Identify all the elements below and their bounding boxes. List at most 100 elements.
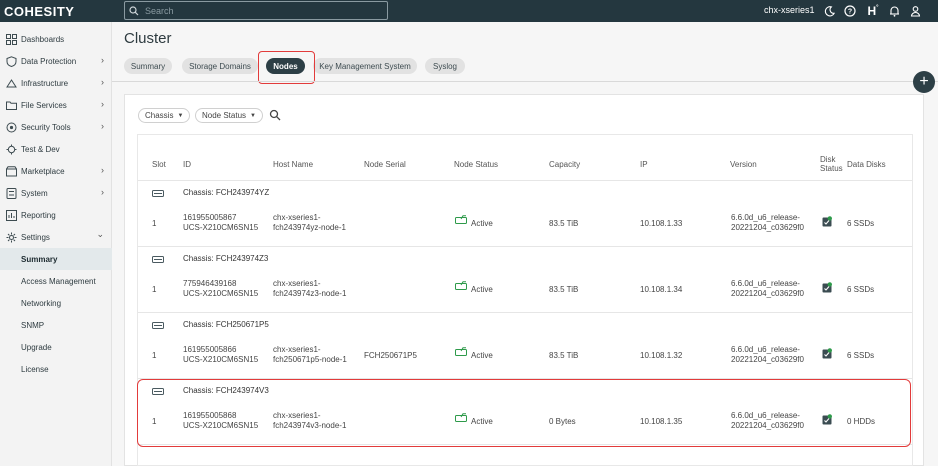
chassis-filter-label: Chassis xyxy=(145,111,174,120)
node-id-cell[interactable]: 161955005867 xyxy=(183,213,236,223)
disk-healthy-icon xyxy=(822,282,832,293)
chevron-right-icon: › xyxy=(101,121,104,131)
sidebar-item-security-tools[interactable]: Security Tools › xyxy=(0,116,112,138)
tab-syslog[interactable]: Syslog xyxy=(425,58,465,74)
node-status-cell: Active xyxy=(471,285,493,294)
capacity-cell: 83.5 TiB xyxy=(549,285,579,294)
sidebar-item-test-dev[interactable]: Test & Dev xyxy=(0,138,112,160)
help-icon[interactable]: ? xyxy=(843,4,857,18)
slot-cell: 1 xyxy=(152,219,157,228)
column-header-disk-status[interactable]: Disk Status xyxy=(820,155,848,173)
node-serial-cell: FCH250671P5 xyxy=(364,351,417,360)
tab-key-management-system[interactable]: Key Management System xyxy=(313,58,417,74)
host-name-cell-line2: fch243974yz-node-1 xyxy=(273,223,346,232)
sidebar-item-label: Data Protection xyxy=(21,56,77,66)
page-title: Cluster xyxy=(124,30,172,47)
column-header-id[interactable]: ID xyxy=(183,160,191,169)
sidebar-item-reporting[interactable]: Reporting xyxy=(0,204,112,226)
chassis-label: Chassis: FCH243974YZ xyxy=(183,188,270,197)
sidebar-subitem-snmp[interactable]: SNMP xyxy=(0,314,112,336)
infrastructure-icon xyxy=(5,77,17,89)
top-bar: COHESITY chx-xseries1 ? H° xyxy=(0,0,938,22)
moon-icon[interactable] xyxy=(822,4,836,18)
health-letter: H xyxy=(867,4,877,18)
search-input[interactable] xyxy=(145,5,375,16)
sidebar-item-label: Infrastructure xyxy=(21,78,69,88)
tab-divider xyxy=(112,81,938,82)
sidebar-item-settings[interactable]: Settings ⌄ xyxy=(0,226,112,248)
capacity-cell: 83.5 TiB xyxy=(549,351,579,360)
node-active-icon xyxy=(455,215,467,224)
chevron-down-icon: ⌄ xyxy=(96,229,104,239)
folder-icon xyxy=(5,99,17,111)
host-name-cell-line2: fch243974z3-node-1 xyxy=(273,289,347,298)
disk-healthy-icon xyxy=(822,216,832,227)
gear-icon xyxy=(5,231,17,243)
sidebar-subitem-access-management[interactable]: Access Management xyxy=(0,270,112,292)
add-button[interactable]: + xyxy=(913,71,935,93)
sidebar-item-infrastructure[interactable]: Infrastructure › xyxy=(0,72,112,94)
node-status-filter[interactable]: Node Status ▼ xyxy=(195,108,263,123)
sidebar-subitem-upgrade[interactable]: Upgrade xyxy=(0,336,112,358)
sidebar-item-label: Test & Dev xyxy=(21,144,60,154)
column-header-capacity[interactable]: Capacity xyxy=(549,160,580,169)
version-cell-line2: 20221204_c03629f0 xyxy=(731,355,804,364)
cohesity-logo[interactable]: COHESITY xyxy=(0,4,112,19)
column-header-node-status[interactable]: Node Status xyxy=(454,160,498,169)
sidebar-subitem-license[interactable]: License xyxy=(0,358,112,380)
search-icon xyxy=(129,5,139,15)
sidebar-item-system[interactable]: System › xyxy=(0,182,112,204)
sidebar-item-label: Settings xyxy=(21,232,50,242)
node-id-cell[interactable]: 161955005866 xyxy=(183,345,236,355)
column-header-ip[interactable]: IP xyxy=(640,160,648,169)
health-icon[interactable]: H ° xyxy=(866,4,880,18)
sidebar-item-marketplace[interactable]: Marketplace › xyxy=(0,160,112,182)
node-model-cell: UCS-X210CM6SN15 xyxy=(183,289,259,298)
capacity-cell: 83.5 TiB xyxy=(549,219,579,228)
svg-text:?: ? xyxy=(848,9,852,16)
slot-cell: 1 xyxy=(152,285,157,294)
chevron-right-icon: › xyxy=(101,187,104,197)
version-cell: 6.6.0d_u6_release- xyxy=(731,279,800,288)
row-highlight xyxy=(137,379,911,447)
host-name-cell: chx-xseries1- xyxy=(273,213,321,222)
version-cell: 6.6.0d_u6_release- xyxy=(731,213,800,222)
column-header-slot[interactable]: Slot xyxy=(152,160,166,169)
chevron-right-icon: › xyxy=(101,55,104,65)
column-header-host-name[interactable]: Host Name xyxy=(273,160,313,169)
test-dev-icon xyxy=(5,143,17,155)
version-cell-line2: 20221204_c03629f0 xyxy=(731,223,804,232)
sidebar-item-file-services[interactable]: File Services › xyxy=(0,94,112,116)
security-icon xyxy=(5,121,17,133)
marketplace-icon xyxy=(5,165,17,177)
tab-storage-domains[interactable]: Storage Domains xyxy=(182,58,258,74)
chassis-icon xyxy=(152,322,164,329)
cluster-switcher[interactable]: chx-xseries1 xyxy=(764,5,815,15)
global-search[interactable] xyxy=(124,1,388,20)
node-active-icon xyxy=(455,281,467,290)
sidebar-item-data-protection[interactable]: Data Protection › xyxy=(0,50,112,72)
node-status-cell: Active xyxy=(471,351,493,360)
chassis-filter[interactable]: Chassis ▼ xyxy=(138,108,191,123)
tab-summary[interactable]: Summary xyxy=(124,58,172,74)
dashboard-icon xyxy=(5,33,17,45)
user-icon[interactable] xyxy=(908,4,922,18)
column-header-node-serial[interactable]: Node Serial xyxy=(364,160,406,169)
nodes-tab-highlight xyxy=(258,51,315,84)
node-model-cell: UCS-X210CM6SN15 xyxy=(183,223,259,232)
node-id-cell[interactable]: 775946439168 xyxy=(183,279,236,289)
column-header-version[interactable]: Version xyxy=(730,160,757,169)
sidebar-subitem-summary[interactable]: Summary xyxy=(0,248,112,270)
sidebar-subitem-networking[interactable]: Networking xyxy=(0,292,112,314)
reporting-icon xyxy=(5,209,17,221)
chevron-down-icon: ▼ xyxy=(177,112,184,119)
version-cell: 6.6.0d_u6_release- xyxy=(731,345,800,354)
chassis-label: Chassis: FCH250671P5 xyxy=(183,320,269,329)
ip-cell: 10.108.1.32 xyxy=(640,351,683,360)
chevron-right-icon: › xyxy=(101,99,104,109)
sidebar-item-dashboards[interactable]: Dashboards xyxy=(0,28,112,50)
column-header-data-disks[interactable]: Data Disks xyxy=(847,160,886,169)
chevron-right-icon: › xyxy=(101,165,104,175)
search-icon[interactable] xyxy=(269,109,281,121)
bell-icon[interactable] xyxy=(887,4,901,18)
